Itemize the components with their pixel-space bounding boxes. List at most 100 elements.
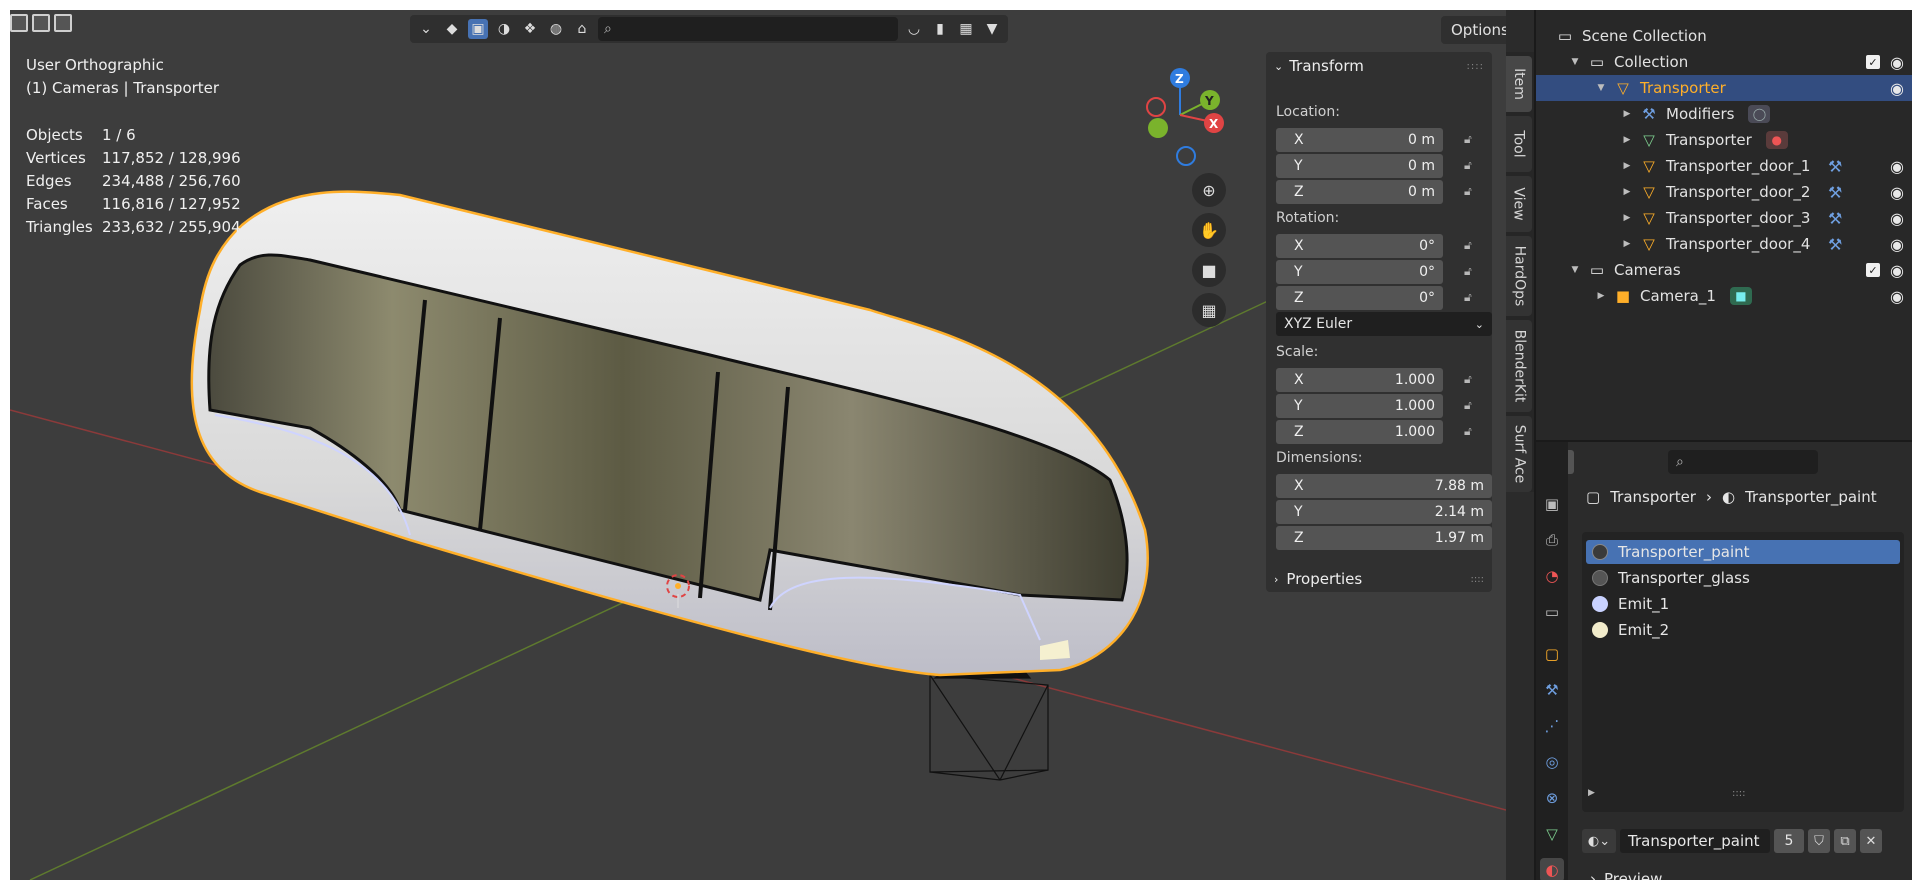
dimension-z-field[interactable]: Z 1.97 m — [1276, 526, 1492, 550]
render-tab-icon[interactable]: ▣ — [1540, 492, 1564, 516]
lock-icon[interactable]: 🔓︎ — [1464, 290, 1480, 306]
expand-down-icon[interactable]: ▼ — [1568, 57, 1582, 67]
outliner-transporter[interactable]: ▼ ▽ Transporter ◉ — [1536, 75, 1912, 101]
outliner-scene-collection[interactable]: ▭ Scene Collection — [1536, 23, 1912, 49]
outliner-door-1[interactable]: ▶ ▽ Transporter_door_1 ⚒ ◉ — [1536, 153, 1912, 179]
rotation-y-field[interactable]: Y 0° — [1276, 260, 1443, 284]
scale-x-field[interactable]: X 1.000 — [1276, 368, 1443, 392]
eye-icon[interactable]: ◉ — [1890, 287, 1904, 306]
expand-right-icon[interactable]: ▶ — [1620, 213, 1634, 223]
outliner-collection[interactable]: ▼ ▭ Collection ✓ ◉ — [1536, 49, 1912, 75]
solid-shading-icon[interactable]: ◑ — [494, 19, 514, 39]
location-y-field[interactable]: Y 0 m — [1276, 154, 1443, 178]
properties-header[interactable]: › Properties :::: — [1266, 566, 1492, 592]
eye-icon[interactable]: ◉ — [1890, 53, 1904, 72]
material-slot[interactable]: Transporter_paint — [1586, 540, 1900, 564]
expand-right-icon[interactable]: ▶ — [1620, 239, 1634, 249]
funnel-icon[interactable]: ▼ — [982, 19, 1002, 39]
lock-icon[interactable]: 🔓︎ — [1464, 264, 1480, 280]
zoom-icon[interactable]: ⊕ — [1192, 173, 1226, 207]
expand-right-icon[interactable]: ▶ — [1620, 135, 1634, 145]
pan-hand-icon[interactable]: ✋ — [1192, 213, 1226, 247]
expand-right-icon[interactable]: ▶ — [1620, 161, 1634, 171]
wrench-icon[interactable]: ⚒ — [1828, 235, 1842, 254]
checkbox-icon[interactable]: ✓ — [1866, 55, 1881, 69]
lock-icon[interactable]: 🔓︎ — [1464, 398, 1480, 414]
lock-icon[interactable]: 🔓︎ — [1464, 372, 1480, 388]
material-shading-icon[interactable]: ❖ — [520, 19, 540, 39]
expand-right-icon[interactable]: ▶ — [1620, 109, 1634, 119]
particles-tab-icon[interactable]: ⋰ — [1540, 714, 1564, 738]
scale-z-field[interactable]: Z 1.000 — [1276, 420, 1443, 444]
outliner-door-2[interactable]: ▶ ▽ Transporter_door_2 ⚒ ◉ — [1536, 179, 1912, 205]
properties-search-input[interactable]: ⌕ — [1668, 450, 1818, 474]
rotation-z-field[interactable]: Z 0° — [1276, 286, 1443, 310]
lock-icon[interactable]: 🔓︎ — [1464, 424, 1480, 440]
select-subtract-icon[interactable] — [54, 14, 72, 32]
outliner-camera-1[interactable]: ▶ ■ Camera_1 ■ ◉ — [1536, 283, 1912, 309]
duplicate-icon[interactable]: ⧉ — [1834, 829, 1856, 853]
eye-icon[interactable]: ◉ — [1890, 79, 1904, 98]
scene-tab-icon[interactable]: ◔ — [1540, 564, 1564, 588]
preview-panel-header[interactable]: › Preview — [1590, 870, 1662, 880]
eye-icon[interactable]: ◉ — [1890, 235, 1904, 254]
3d-viewport[interactable]: Z Y X ⌄ ◆ ▣ ◑ ❖ ◍ ⌂ ⌕ ◡ ▮ ▦ ▼ Options Us… — [10, 10, 1506, 880]
drag-handle-icon[interactable]: :::: — [1467, 61, 1484, 72]
eye-icon[interactable]: ◉ — [1890, 183, 1904, 202]
drag-handle-icon[interactable]: :::: — [1471, 574, 1484, 585]
expand-right-icon[interactable]: ▶ — [1594, 291, 1608, 301]
browse-material-icon[interactable]: ◐⌄ — [1582, 829, 1616, 853]
lock-icon[interactable]: 🔓︎ — [1464, 184, 1480, 200]
filter-chevron-icon[interactable]: ◡ — [904, 19, 924, 39]
material-name-field[interactable]: Transporter_paint — [1620, 829, 1770, 853]
eye-icon[interactable]: ◉ — [1890, 209, 1904, 228]
viewport-search-input[interactable]: ⌕ — [598, 17, 898, 41]
chevron-down-icon[interactable]: ⌄ — [416, 19, 436, 39]
expand-down-icon[interactable]: ▼ — [1594, 83, 1608, 93]
object-tab-icon[interactable]: ▢ — [1540, 642, 1564, 666]
wireframe-shading-icon[interactable]: ▣ — [468, 19, 488, 39]
dimension-x-field[interactable]: X 7.88 m — [1276, 474, 1492, 498]
tab-blenderkit[interactable]: BlenderKit — [1506, 320, 1532, 412]
wrench-icon[interactable]: ⚒ — [1828, 209, 1842, 228]
expand-down-icon[interactable]: ▼ — [1568, 265, 1582, 275]
tab-item[interactable]: Item — [1506, 56, 1532, 112]
expand-right-icon[interactable]: ▶ — [1588, 788, 1595, 798]
layout-icon[interactable]: ▦ — [956, 19, 976, 39]
modifier-tab-icon[interactable]: ⚒ — [1540, 678, 1564, 702]
eye-icon[interactable]: ◉ — [1890, 157, 1904, 176]
wrench-icon[interactable]: ⚒ — [1828, 183, 1842, 202]
camera-view-icon[interactable]: ■ — [1192, 253, 1226, 287]
tab-hardops[interactable]: HardOps — [1506, 236, 1532, 316]
transform-header[interactable]: ⌄ Transform :::: — [1266, 52, 1492, 80]
gizmo-toggle-icon[interactable]: ◆ — [442, 19, 462, 39]
options-dropdown[interactable]: Options ⌄ — [1441, 16, 1506, 44]
lock-icon[interactable]: 🔓︎ — [1464, 158, 1480, 174]
select-box-icon[interactable] — [10, 14, 28, 32]
material-slot[interactable]: Emit_2 — [1586, 618, 1900, 642]
data-tab-icon[interactable]: ▽ — [1540, 822, 1564, 846]
location-z-field[interactable]: Z 0 m — [1276, 180, 1443, 204]
lock-icon[interactable]: 🔓︎ — [1464, 238, 1480, 254]
expand-right-icon[interactable]: ▶ — [1620, 187, 1634, 197]
outliner-door-4[interactable]: ▶ ▽ Transporter_door_4 ⚒ ◉ — [1536, 231, 1912, 257]
constraints-tab-icon[interactable]: ⊗ — [1540, 786, 1564, 810]
material-slot[interactable]: Emit_1 — [1586, 592, 1900, 616]
rendered-shading-icon[interactable]: ◍ — [546, 19, 566, 39]
dimension-y-field[interactable]: Y 2.14 m — [1276, 500, 1492, 524]
scale-y-field[interactable]: Y 1.000 — [1276, 394, 1443, 418]
resize-handle-icon[interactable]: :::: — [1732, 788, 1745, 799]
outliner-door-3[interactable]: ▶ ▽ Transporter_door_3 ⚒ ◉ — [1536, 205, 1912, 231]
outliner-cameras[interactable]: ▼ ▭ Cameras ✓ ◉ — [1536, 257, 1912, 283]
material-users-count[interactable]: 5 — [1774, 829, 1804, 853]
close-icon[interactable]: ✕ — [1860, 829, 1882, 853]
overlay-icon[interactable]: ⌂ — [572, 19, 592, 39]
select-extend-icon[interactable] — [32, 14, 50, 32]
navigation-gizmo[interactable]: Z Y X — [1146, 68, 1224, 166]
lock-icon[interactable]: 🔓︎ — [1464, 132, 1480, 148]
tab-tool[interactable]: Tool — [1506, 116, 1532, 172]
outliner-modifiers[interactable]: ▶ ⚒ Modifiers ◯ — [1536, 101, 1912, 127]
grid-perspective-icon[interactable]: ▦ — [1192, 293, 1226, 327]
material-tab-icon[interactable]: ◐ — [1540, 858, 1564, 880]
material-slot[interactable]: Transporter_glass — [1586, 566, 1900, 590]
